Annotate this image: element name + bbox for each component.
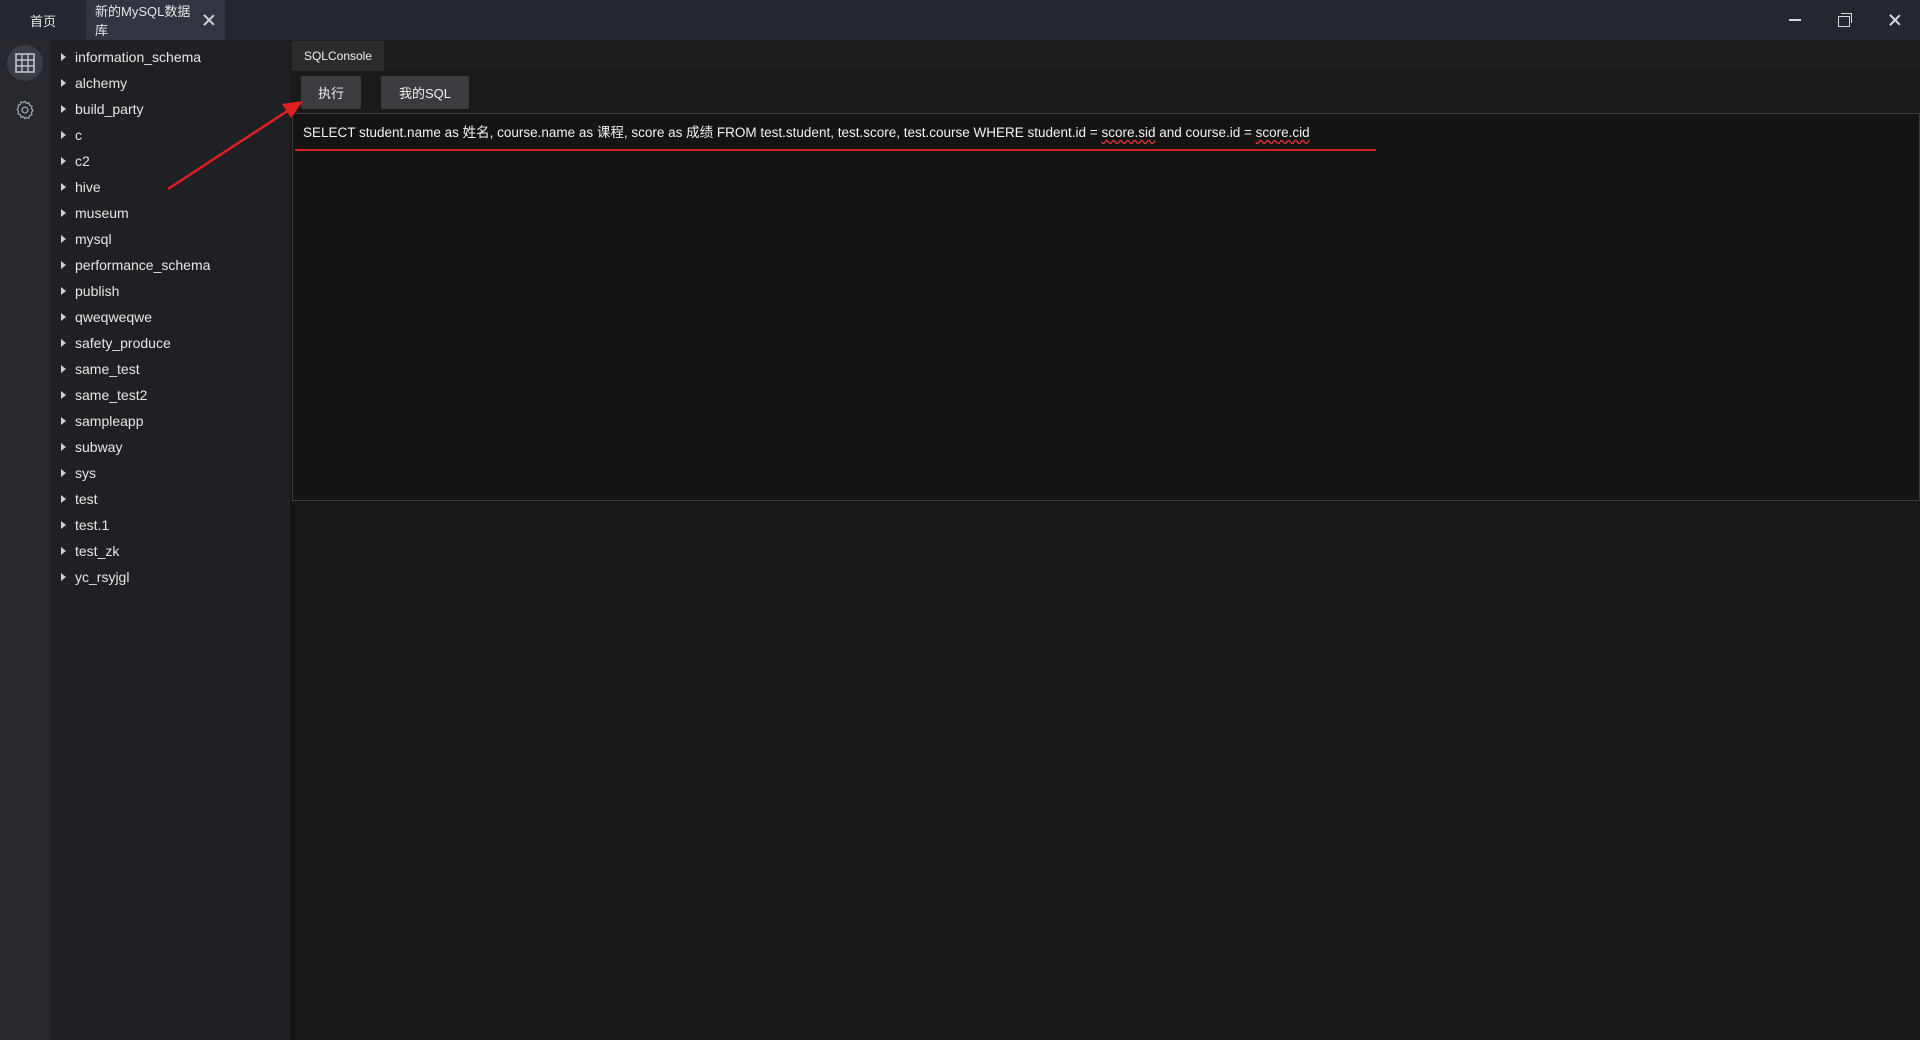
tree-item-publish[interactable]: publish: [50, 278, 290, 304]
tree-item-label: test: [75, 491, 98, 507]
tree-item-c2[interactable]: c2: [50, 148, 290, 174]
tree-item-label: yc_rsyjgl: [75, 569, 130, 585]
window-controls: [1770, 0, 1920, 40]
tree-item-same-test2[interactable]: same_test2: [50, 382, 290, 408]
caret-right-icon[interactable]: [61, 131, 66, 139]
console-tab-bar: SQLConsole: [290, 40, 1920, 71]
caret-right-icon[interactable]: [61, 521, 66, 529]
tree-item-performance-schema[interactable]: performance_schema: [50, 252, 290, 278]
minimize-button[interactable]: [1770, 0, 1820, 40]
caret-right-icon[interactable]: [61, 157, 66, 165]
tree-item-label: performance_schema: [75, 257, 211, 273]
caret-right-icon[interactable]: [61, 469, 66, 477]
caret-right-icon[interactable]: [61, 573, 66, 581]
tree-item-build-party[interactable]: build_party: [50, 96, 290, 122]
tree-item-alchemy[interactable]: alchemy: [50, 70, 290, 96]
tree-item-label: mysql: [75, 231, 112, 247]
tree-item-label: hive: [75, 179, 101, 195]
tree-item-subway[interactable]: subway: [50, 434, 290, 460]
tree-item-label: test_zk: [75, 543, 120, 559]
main-area: SQLConsole 执行 我的SQL SELECT student.name …: [290, 40, 1920, 1040]
tree-item-safety-produce[interactable]: safety_produce: [50, 330, 290, 356]
tree-item-information-schema[interactable]: information_schema: [50, 44, 290, 70]
sql-query-text[interactable]: SELECT student.name as 姓名, course.name a…: [303, 121, 1310, 141]
tree-item-sampleapp[interactable]: sampleapp: [50, 408, 290, 434]
tree-item-hive[interactable]: hive: [50, 174, 290, 200]
tree-item-label: c: [75, 127, 82, 143]
caret-right-icon[interactable]: [61, 495, 66, 503]
caret-right-icon[interactable]: [61, 261, 66, 269]
tree-item-label: same_test2: [75, 387, 148, 403]
tab-home-label: 首页: [29, 13, 56, 29]
caret-right-icon[interactable]: [61, 79, 66, 87]
tree-item-label: sys: [75, 465, 96, 481]
tree-item-label: c2: [75, 153, 90, 169]
sql-editor[interactable]: SELECT student.name as 姓名, course.name a…: [292, 113, 1920, 501]
caret-right-icon[interactable]: [61, 183, 66, 191]
close-icon[interactable]: [201, 12, 217, 28]
tab-home[interactable]: 首页: [0, 0, 86, 40]
results-panel: [292, 501, 1920, 1040]
sql-text-part: and course.id =: [1155, 125, 1256, 140]
restore-button[interactable]: [1820, 0, 1870, 40]
sql-text-error-part: score.cid: [1255, 125, 1310, 140]
window-close-button[interactable]: [1870, 0, 1920, 40]
caret-right-icon[interactable]: [61, 313, 66, 321]
tab-sqlconsole[interactable]: SQLConsole: [292, 41, 384, 71]
tree-item-test[interactable]: test: [50, 486, 290, 512]
tree-item-same-test[interactable]: same_test: [50, 356, 290, 382]
caret-right-icon[interactable]: [61, 417, 66, 425]
sql-text-error-part: score.sid: [1101, 125, 1156, 140]
caret-right-icon[interactable]: [61, 53, 66, 61]
settings-icon[interactable]: [7, 92, 43, 128]
tree-item-mysql[interactable]: mysql: [50, 226, 290, 252]
annotation-underline: [295, 149, 1376, 151]
sql-text-part: SELECT student.name as 姓名, course.name a…: [303, 125, 1102, 140]
tree-item-label: alchemy: [75, 75, 128, 91]
caret-right-icon[interactable]: [61, 391, 66, 399]
tab-sqlconsole-label: SQLConsole: [303, 49, 373, 63]
tree-item-qweqweqwe[interactable]: qweqweqwe: [50, 304, 290, 330]
caret-right-icon[interactable]: [61, 209, 66, 217]
my-sql-button[interactable]: 我的SQL: [381, 76, 469, 109]
tree-item-label: information_schema: [75, 49, 202, 65]
tree-item-yc-rsyjgl[interactable]: yc_rsyjgl: [50, 564, 290, 590]
my-sql-button-label: 我的SQL: [398, 86, 451, 101]
tree-item-label: museum: [75, 205, 129, 221]
tree-item-label: publish: [75, 283, 120, 299]
caret-right-icon[interactable]: [61, 105, 66, 113]
caret-right-icon[interactable]: [61, 547, 66, 555]
console-toolbar: 执行 我的SQL: [290, 71, 1920, 113]
icon-rail: [0, 40, 50, 1040]
caret-right-icon[interactable]: [61, 339, 66, 347]
tab-mysql-database[interactable]: 新的MySQL数据库: [86, 0, 225, 40]
tree-item-test-zk[interactable]: test_zk: [50, 538, 290, 564]
tree-item-c[interactable]: c: [50, 122, 290, 148]
run-button-label: 执行: [317, 86, 344, 101]
database-icon[interactable]: [7, 45, 43, 81]
tree-item-label: safety_produce: [75, 335, 171, 351]
tree-item-label: subway: [75, 439, 123, 455]
tree-item-label: same_test: [75, 361, 140, 377]
tree-item-label: build_party: [75, 101, 144, 117]
title-bar: 首页 新的MySQL数据库: [0, 0, 1920, 40]
tree-item-label: qweqweqwe: [75, 309, 153, 325]
tab-mysql-database-label: 新的MySQL数据库: [95, 4, 191, 38]
caret-right-icon[interactable]: [61, 365, 66, 373]
tree-item-label: sampleapp: [75, 413, 144, 429]
tree-item-sys[interactable]: sys: [50, 460, 290, 486]
run-button[interactable]: 执行: [301, 76, 361, 109]
caret-right-icon[interactable]: [61, 287, 66, 295]
tree-item-museum[interactable]: museum: [50, 200, 290, 226]
tree-item-label: test.1: [75, 517, 110, 533]
caret-right-icon[interactable]: [61, 443, 66, 451]
tree-item-test-1[interactable]: test.1: [50, 512, 290, 538]
caret-right-icon[interactable]: [61, 235, 66, 243]
database-tree: information_schema alchemy build_party c…: [50, 40, 290, 1040]
